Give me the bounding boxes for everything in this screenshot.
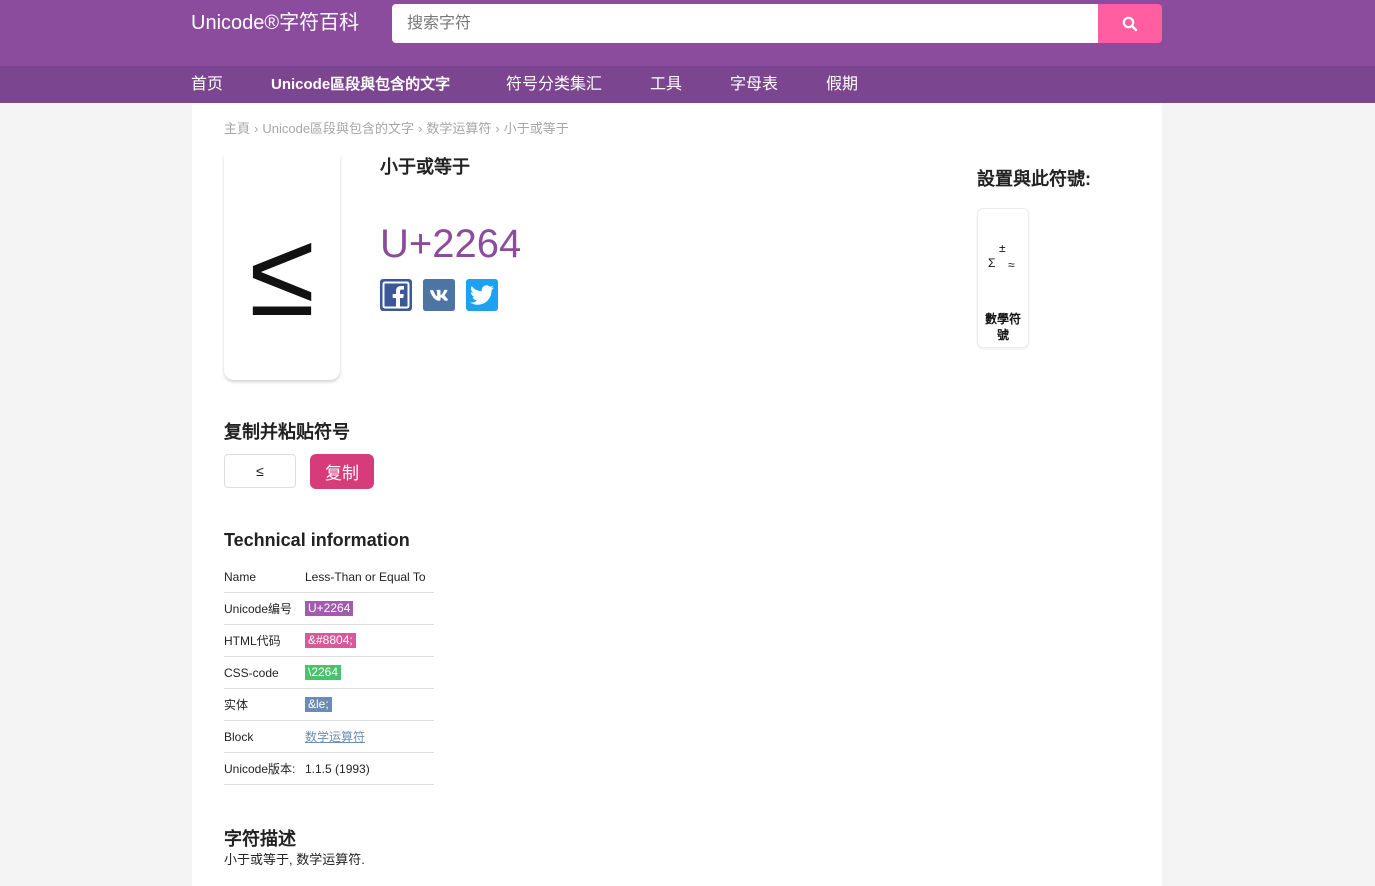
tech-row-css-code: CSS-code \2264 — [224, 657, 434, 689]
nav-item-symbol-collections[interactable]: 符号分类集汇 — [506, 66, 602, 103]
nav-item-alphabets[interactable]: 字母表 — [730, 66, 778, 103]
related-sets-heading: 設置與此符號: — [977, 169, 1091, 189]
copy-symbol-field[interactable] — [224, 454, 296, 488]
tech-row-unicode-version: Unicode版本: 1.1.5 (1993) — [224, 753, 434, 785]
nav-item-unicode-blocks[interactable]: Unicode區段與包含的文字 — [271, 66, 450, 103]
breadcrumb-current: 小于或等于 — [503, 121, 569, 136]
description-text: 小于或等于, 数学运算符. — [224, 852, 365, 867]
nav-item-tools[interactable]: 工具 — [650, 66, 682, 103]
breadcrumb: 主頁 › Unicode區段與包含的文字 › 数学运算符 › 小于或等于 — [224, 121, 569, 137]
breadcrumb-link-home[interactable]: 主頁 — [224, 121, 250, 136]
tech-label: Name — [224, 569, 257, 584]
copy-button[interactable]: 复制 — [310, 454, 374, 489]
breadcrumb-separator: › — [254, 121, 259, 136]
related-set-math-symbols[interactable]: ± Σ ≈ 數學符號 — [977, 208, 1029, 348]
tech-label: Unicode版本: — [224, 762, 296, 776]
search-button[interactable] — [1098, 4, 1162, 43]
plus-minus-glyph: ± — [999, 241, 1006, 255]
char-code: U+2264 — [380, 222, 522, 266]
tech-label: CSS-code — [224, 665, 279, 680]
char-name: 小于或等于 — [380, 157, 470, 177]
tech-value: &#8804; — [305, 633, 356, 648]
site-header: Unicode®字符百科 — [0, 0, 1375, 66]
tech-row-name: Name Less-Than or Equal To — [224, 561, 434, 593]
symbol-glyph: ≤ — [249, 206, 315, 341]
math-symbols-icon: ± Σ ≈ — [978, 209, 1028, 289]
search-icon — [1122, 16, 1138, 31]
tech-label: Block — [224, 729, 254, 744]
entity-badge: &le; — [305, 697, 332, 712]
breadcrumb-separator: › — [418, 121, 423, 136]
tech-value: U+2264 — [305, 601, 354, 616]
facebook-icon — [380, 279, 412, 311]
facebook-share-button[interactable] — [380, 279, 412, 311]
tech-value: 数学运算符 — [305, 728, 365, 745]
css-code-badge: \2264 — [305, 665, 342, 680]
tech-value: Less-Than or Equal To — [305, 569, 426, 584]
vk-icon — [423, 279, 455, 311]
breadcrumb-separator: › — [495, 121, 500, 136]
description-heading: 字符描述 — [224, 829, 296, 849]
twitter-share-button[interactable] — [466, 279, 498, 311]
tech-row-entity: 实体 &le; — [224, 689, 434, 721]
symbol-preview: ≤ — [224, 155, 340, 380]
related-set-label: 數學符號 — [984, 312, 1021, 342]
tech-label: 实体 — [224, 698, 249, 712]
tech-value: \2264 — [305, 665, 342, 680]
twitter-icon — [466, 279, 498, 311]
tech-row-unicode-code: Unicode编号 U+2264 — [224, 593, 434, 625]
tech-label: Unicode编号 — [224, 602, 293, 616]
breadcrumb-link-unicode-blocks[interactable]: Unicode區段與包含的文字 — [262, 121, 414, 136]
nav-item-holidays[interactable]: 假期 — [826, 66, 858, 103]
tech-row-html-code: HTML代码 &#8804; — [224, 625, 434, 657]
breadcrumb-link-math-operators[interactable]: 数学运算符 — [426, 121, 491, 136]
unicode-code-badge: U+2264 — [305, 601, 354, 616]
html-code-badge: &#8804; — [305, 633, 356, 648]
main-content: 主頁 › Unicode區段與包含的文字 › 数学运算符 › 小于或等于 ≤ 小于或等于 U… — [192, 103, 1162, 886]
tech-value: 1.1.5 (1993) — [305, 761, 370, 776]
tech-label: HTML代码 — [224, 634, 281, 648]
sigma-glyph: Σ — [988, 256, 996, 270]
block-link[interactable]: 数学运算符 — [305, 730, 365, 744]
tech-row-block: Block 数学运算符 — [224, 721, 434, 753]
copy-heading: 复制并粘贴符号 — [224, 422, 350, 442]
nav-item-home[interactable]: 首页 — [191, 66, 223, 103]
vk-share-button[interactable] — [423, 279, 455, 311]
main-nav: 首页 Unicode區段與包含的文字 符号分类集汇 工具 字母表 假期 — [0, 66, 1375, 103]
search-input[interactable] — [392, 4, 1098, 43]
share-buttons — [380, 279, 498, 311]
tech-info-heading: Technical information — [224, 530, 410, 550]
tech-value: &le; — [305, 697, 332, 712]
tech-info-table: Name Less-Than or Equal To Unicode编号 U+2… — [224, 561, 434, 785]
approx-glyph: ≈ — [1008, 258, 1015, 272]
site-logo[interactable]: Unicode®字符百科 — [191, 10, 359, 36]
